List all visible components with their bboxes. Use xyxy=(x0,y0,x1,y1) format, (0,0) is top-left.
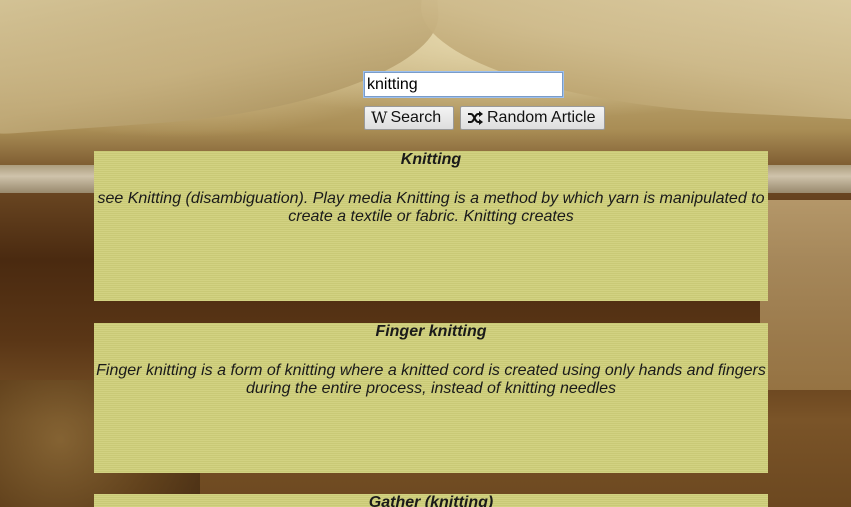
search-button-label: Search xyxy=(390,109,442,126)
random-article-label: Random Article xyxy=(487,109,596,126)
result-snippet: see Knitting (disambiguation). Play medi… xyxy=(97,190,765,225)
search-input[interactable] xyxy=(363,71,564,98)
shuffle-icon xyxy=(468,111,483,125)
result-title[interactable]: Gather (knitting) xyxy=(94,494,768,507)
result-title[interactable]: Knitting xyxy=(94,151,768,168)
random-article-button[interactable]: Random Article xyxy=(460,106,605,130)
result-card[interactable]: Finger knitting Finger knitting is a for… xyxy=(94,323,768,473)
book-page-right xyxy=(416,0,851,124)
result-card[interactable]: Knitting see Knitting (disambiguation). … xyxy=(94,151,768,301)
wikipedia-w-icon: W xyxy=(371,108,387,127)
result-title[interactable]: Finger knitting xyxy=(94,323,768,340)
search-button[interactable]: W Search xyxy=(364,106,454,130)
result-snippet: Finger knitting is a form of knitting wh… xyxy=(96,362,766,397)
book-edge xyxy=(760,200,851,390)
result-card[interactable]: Gather (knitting) xyxy=(94,494,768,507)
